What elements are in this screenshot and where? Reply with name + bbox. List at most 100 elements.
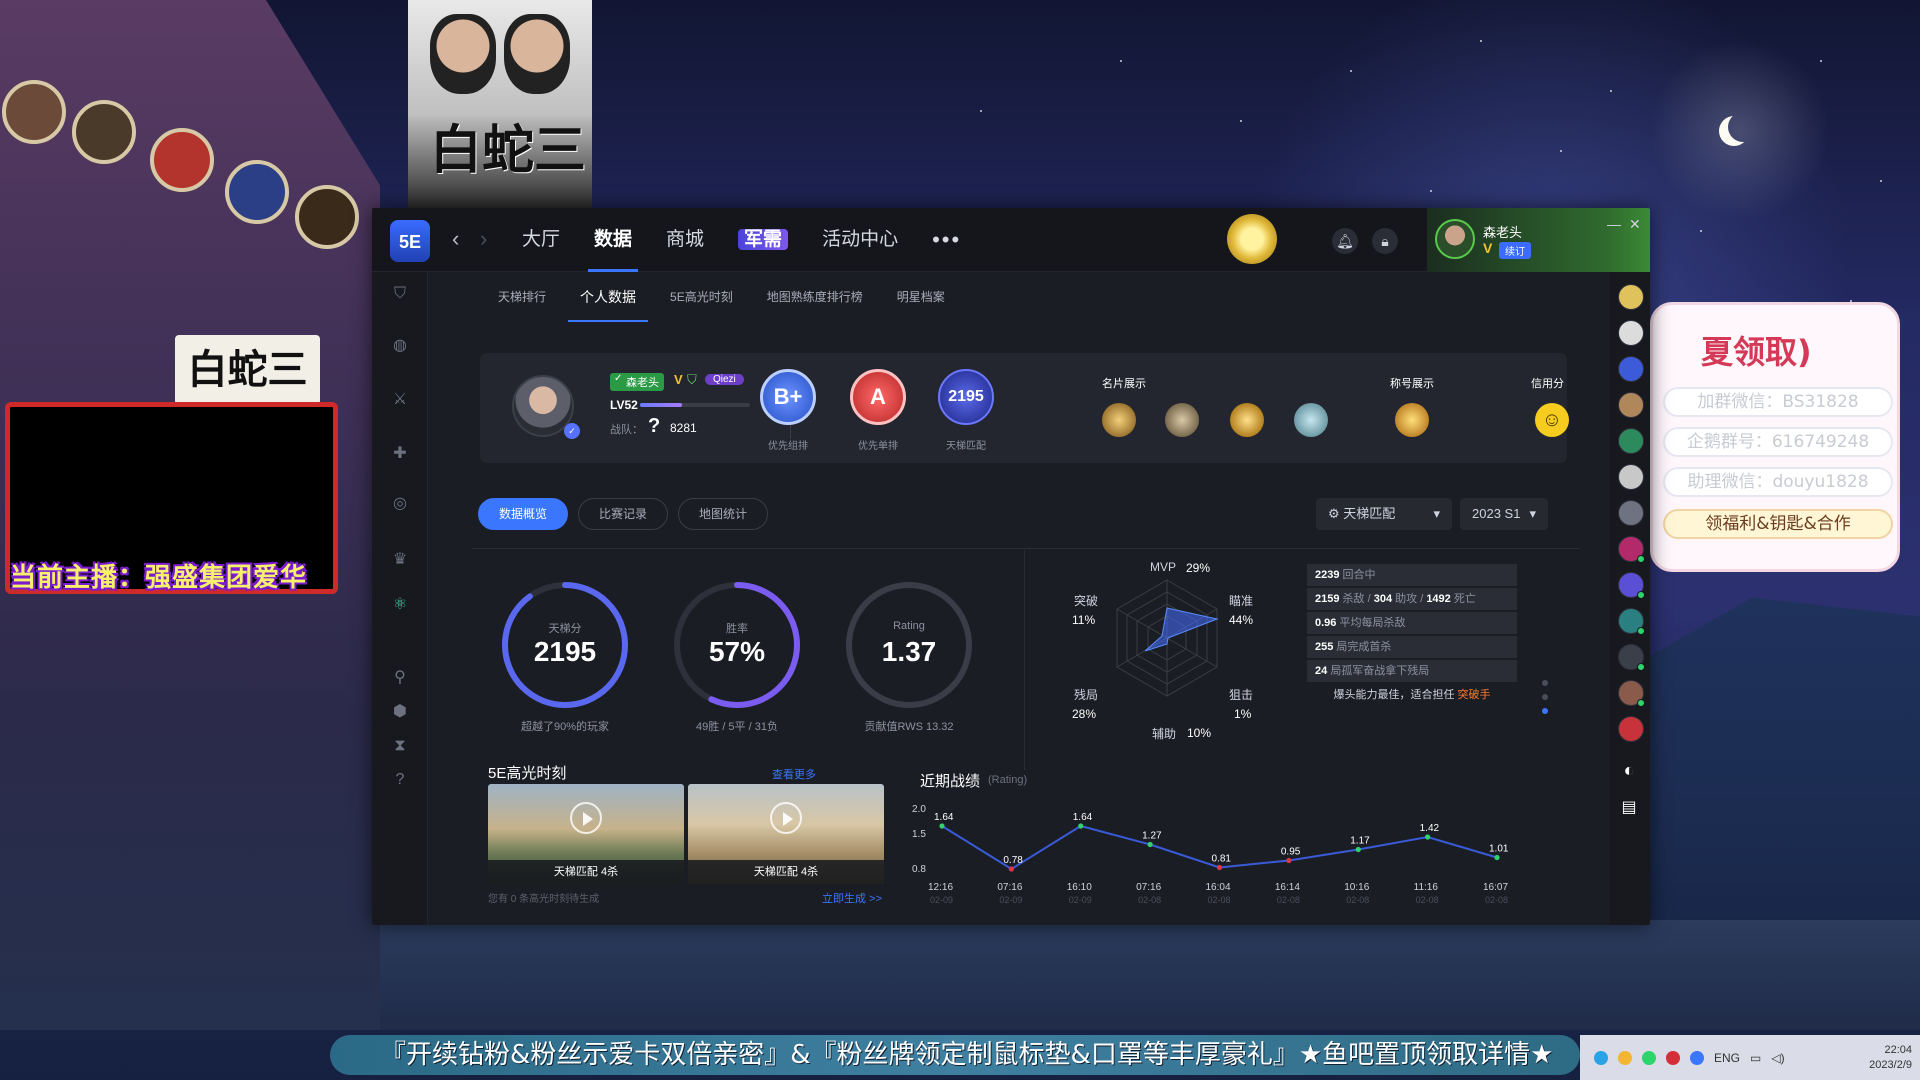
sidebar: ⛉ ◍ ⚔ ✚ ◎ ♛ ⚛ ⚲ ⬢ ⧗ ? <box>372 272 428 925</box>
nav-store[interactable]: 商城 <box>666 208 704 272</box>
stat-row: 255 局完成首杀 <box>1307 636 1517 658</box>
stat-text: 杀敌 / <box>1342 593 1374 605</box>
pager-dot[interactable] <box>1542 708 1548 714</box>
friend-avatar[interactable] <box>1618 644 1645 671</box>
puzzle-icon[interactable]: ✚ <box>392 446 408 462</box>
medal-icon[interactable] <box>1227 214 1277 264</box>
level-progress-fill <box>640 403 682 407</box>
tray-app-icon[interactable] <box>1642 1050 1656 1065</box>
tab-star-profiles[interactable]: 明星档案 <box>897 272 945 322</box>
highlight-clip[interactable]: 天梯匹配 4杀 <box>488 784 684 884</box>
app-logo[interactable]: 5E <box>390 220 430 262</box>
globe-icon[interactable]: ◍ <box>392 338 408 354</box>
nav-data[interactable]: 数据 <box>588 208 639 272</box>
microphone-icon[interactable] <box>1690 1050 1704 1065</box>
mode-select[interactable]: ⚙ 天梯匹配 ▾ <box>1316 498 1452 530</box>
avatar[interactable] <box>1435 219 1475 259</box>
volume-icon[interactable]: ◁) <box>1771 1051 1784 1065</box>
friend-avatar[interactable] <box>1618 284 1644 310</box>
friend-avatar[interactable] <box>1618 464 1644 490</box>
question-icon[interactable]: ? <box>648 415 660 438</box>
search-icon[interactable]: ⚲ <box>392 670 408 686</box>
smile-icon[interactable]: ☺ <box>1535 403 1569 437</box>
ring-win-rate: 胜率 57% <box>672 580 802 710</box>
swords-icon[interactable]: ⚔ <box>392 392 408 408</box>
promo-row: 助理微信：douyu1828 <box>1663 467 1893 497</box>
rank-label: 天梯匹配 <box>946 441 986 452</box>
tab-personal-data[interactable]: 个人数据 <box>568 272 649 322</box>
friend-avatar[interactable] <box>1618 428 1644 454</box>
tray-app-icon[interactable] <box>1594 1050 1608 1065</box>
system-clock[interactable]: 22:04 2023/2/9 <box>1869 1043 1912 1073</box>
view-more-link[interactable]: 查看更多 <box>772 766 816 782</box>
chat-icon[interactable]: ▤ <box>1621 800 1637 816</box>
pager-dot[interactable] <box>1542 694 1548 700</box>
player-name: 森老头 <box>610 373 664 391</box>
forward-arrow-icon[interactable]: › <box>480 226 487 252</box>
friend-avatar[interactable] <box>1618 572 1645 599</box>
friend-avatar[interactable] <box>1618 608 1645 635</box>
stats-icon[interactable]: ⚛ <box>392 597 408 613</box>
close-icon[interactable]: ✕ <box>1629 216 1641 233</box>
highlight-clip[interactable]: 天梯匹配 4杀 <box>688 784 884 884</box>
input-language[interactable]: ENG <box>1714 1051 1740 1065</box>
play-icon[interactable] <box>570 802 602 834</box>
season-select[interactable]: 2023 S1 ▾ <box>1460 498 1548 530</box>
online-dot <box>1637 699 1645 707</box>
tray-app-icon[interactable] <box>1618 1050 1632 1065</box>
friend-avatar[interactable] <box>1618 536 1645 563</box>
nav-more[interactable]: ••• <box>932 208 961 272</box>
card-medal-icon[interactable] <box>1294 403 1328 437</box>
back-arrow-icon[interactable]: ‹ <box>452 226 459 252</box>
generate-link[interactable]: 立即生成 >> <box>822 890 882 906</box>
rank-badge-ladder[interactable]: 2195 <box>938 369 994 425</box>
nav-events[interactable]: 活动中心 <box>822 208 898 272</box>
rating-point <box>1078 823 1084 829</box>
cube-icon[interactable]: ⬢ <box>392 704 408 720</box>
tab-overview[interactable]: 数据概览 <box>478 498 569 530</box>
tab-match-history[interactable]: 比赛记录 <box>578 498 669 530</box>
network-icon[interactable]: ▭ <box>1750 1051 1761 1065</box>
lock-icon[interactable]: 🔒︎ <box>1372 228 1398 254</box>
target-icon[interactable]: ◎ <box>392 496 408 512</box>
bell-icon[interactable]: 🔔︎ <box>1332 228 1358 254</box>
help-icon[interactable]: ? <box>392 772 408 788</box>
tab-map-stats[interactable]: 地图统计 <box>678 498 769 530</box>
tab-map-ranking[interactable]: 地图熟练度排行榜 <box>767 272 863 322</box>
headset-icon[interactable]: ◐ <box>1621 761 1637 779</box>
shop-sign: 白蛇三 <box>175 335 320 405</box>
title-medal-icon[interactable] <box>1395 403 1429 437</box>
friend-avatar[interactable] <box>1618 320 1644 346</box>
tab-highlights[interactable]: 5E高光时刻 <box>670 272 733 322</box>
pager-dot[interactable] <box>1542 680 1548 686</box>
friend-avatar[interactable] <box>1618 680 1645 707</box>
rank-badge-group[interactable]: B+ <box>760 369 816 425</box>
online-dot <box>1637 555 1645 563</box>
minimize-icon[interactable]: — <box>1607 216 1621 232</box>
friend-avatar[interactable] <box>1618 716 1644 742</box>
season-select-value: 2023 S1 <box>1472 506 1521 521</box>
radar-label: 狙击 <box>1229 688 1254 702</box>
shield-icon: ⛉ <box>687 372 697 387</box>
x-tick-date: 02-09 <box>930 895 953 905</box>
nav-lobby[interactable]: 大厅 <box>522 208 560 272</box>
anchor-label: 当前主播：强盛集团爱华 <box>10 563 308 593</box>
card-medal-icon[interactable] <box>1165 403 1199 437</box>
card-medal-icon[interactable] <box>1102 403 1136 437</box>
tray-app-icon[interactable] <box>1666 1050 1680 1065</box>
renew-badge[interactable]: 续订 <box>1499 242 1531 259</box>
shield-icon[interactable]: ⛉ <box>392 286 408 302</box>
user-strip[interactable]: 森老头 V 续订 — ✕ <box>1427 208 1650 272</box>
trophy-icon[interactable]: ♛ <box>392 552 408 568</box>
play-icon[interactable] <box>770 802 802 834</box>
rank-badge-solo[interactable]: A <box>850 369 906 425</box>
moon-icon <box>1728 112 1758 142</box>
online-dot <box>1637 627 1645 635</box>
hourglass-icon[interactable]: ⧗ <box>392 738 408 754</box>
friend-avatar[interactable] <box>1618 500 1644 526</box>
friend-avatar[interactable] <box>1618 356 1644 382</box>
friend-avatar[interactable] <box>1618 392 1644 418</box>
tab-ladder-ranking[interactable]: 天梯排行 <box>498 272 546 322</box>
nav-supplies[interactable]: 军需 <box>738 208 789 272</box>
card-medal-icon[interactable] <box>1230 403 1264 437</box>
